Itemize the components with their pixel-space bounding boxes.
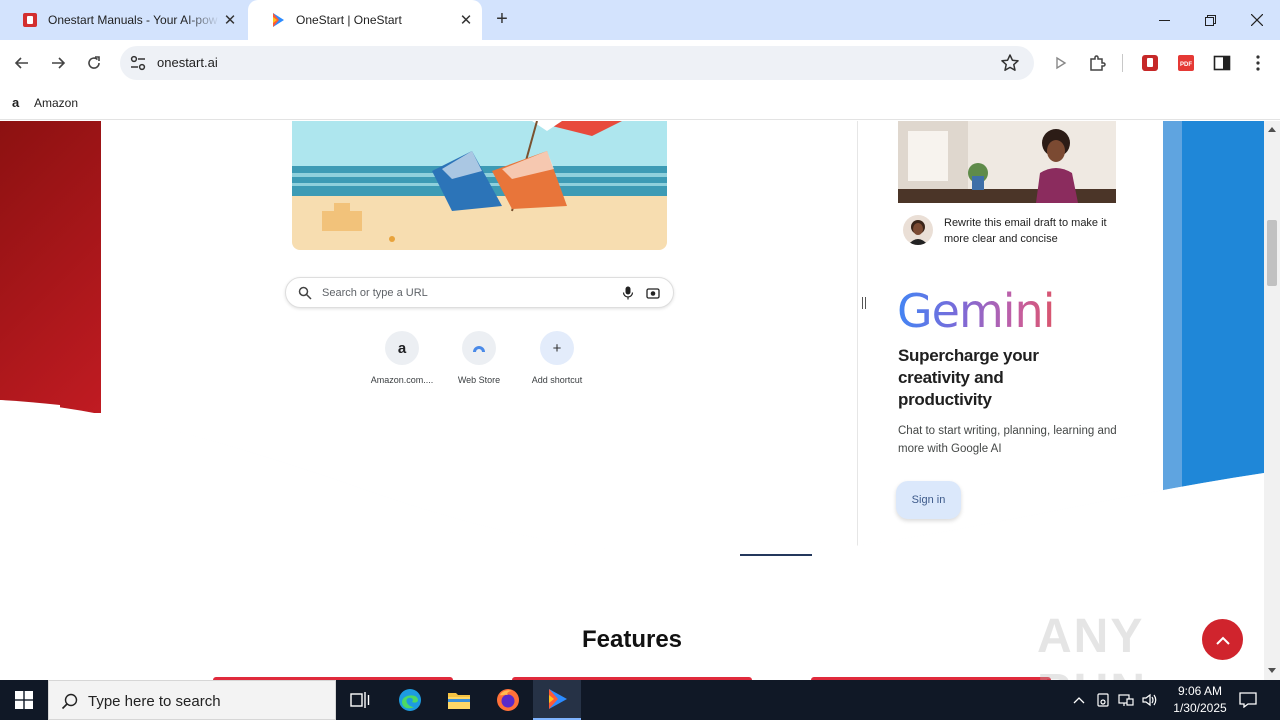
taskbar-firefox[interactable] — [484, 680, 532, 720]
amazon-icon: a — [12, 95, 20, 110]
windows-logo-icon — [15, 691, 33, 709]
site-settings-icon[interactable] — [128, 53, 148, 73]
close-window-button[interactable] — [1234, 0, 1280, 40]
tab-title: OneStart | OneStart — [296, 13, 402, 27]
browser-toolbar: onestart.ai PDF — [0, 40, 1280, 86]
tab-onestart-manuals[interactable]: Onestart Manuals - Your AI-pow ✕ — [0, 0, 246, 40]
tray-volume-button[interactable] — [1140, 680, 1160, 720]
page-viewport: Search or type a URL a Amazon.com.... We… — [0, 121, 1264, 680]
page-scrollbar[interactable] — [1264, 121, 1280, 680]
minimize-button[interactable] — [1141, 0, 1187, 40]
arrow-left-icon — [14, 57, 28, 69]
pdf-extension-button[interactable]: PDF — [1175, 52, 1197, 74]
close-tab-icon[interactable]: ✕ — [456, 10, 476, 30]
forward-button[interactable] — [44, 49, 72, 77]
speaker-icon — [1142, 693, 1157, 707]
notification-icon — [1239, 692, 1257, 708]
clock-date: 1/30/2025 — [1173, 701, 1227, 715]
extensions-button[interactable] — [1086, 52, 1108, 74]
task-view-icon — [350, 692, 370, 708]
arrow-right-icon — [52, 57, 66, 69]
windows-taskbar: Type here to search 9:06 AM 1/30/2025 — [0, 680, 1280, 720]
search-icon — [61, 693, 78, 710]
bookmark-amazon[interactable]: a Amazon — [12, 92, 78, 114]
tab-onestart[interactable]: OneStart | OneStart ✕ — [248, 0, 482, 40]
scroll-up-arrow-icon[interactable] — [1267, 125, 1277, 133]
folder-icon — [448, 693, 470, 709]
minimize-icon — [1158, 19, 1170, 21]
reload-button[interactable] — [80, 49, 108, 77]
onestart-extension-icon — [1142, 55, 1158, 71]
new-tab-button[interactable]: + — [490, 8, 514, 32]
onestart-manuals-icon — [23, 13, 37, 27]
taskbar-clock[interactable]: 9:06 AM 1/30/2025 — [1160, 683, 1240, 717]
task-view-button[interactable] — [336, 680, 384, 720]
taskbar-onestart[interactable] — [533, 680, 581, 720]
onestart-logo-icon — [549, 689, 567, 709]
network-icon — [1118, 694, 1134, 706]
tray-device-button[interactable] — [1093, 680, 1113, 720]
tab-strip: Onestart Manuals - Your AI-pow ✕ OneStar… — [0, 0, 1280, 40]
pdf-icon: PDF — [1178, 55, 1194, 71]
taskbar-search-placeholder: Type here to search — [88, 693, 221, 710]
restore-button[interactable] — [1187, 0, 1233, 40]
chevron-up-icon — [1215, 636, 1230, 645]
toolbar-divider — [1122, 54, 1123, 72]
close-icon — [1251, 14, 1263, 26]
scrollbar-thumb[interactable] — [1267, 220, 1277, 286]
chrome-menu-button[interactable] — [1247, 52, 1269, 74]
hero-wave — [0, 400, 1264, 680]
taskbar-edge[interactable] — [386, 680, 434, 720]
scroll-down-arrow-icon[interactable] — [1267, 667, 1277, 675]
firefox-icon — [497, 689, 519, 711]
url-text: onestart.ai — [157, 55, 218, 70]
start-button[interactable] — [0, 680, 48, 720]
back-button[interactable] — [8, 49, 36, 77]
close-tab-icon[interactable]: ✕ — [220, 10, 240, 30]
restore-icon — [1204, 14, 1216, 26]
side-panel-button[interactable] — [1211, 52, 1233, 74]
onestart-extension-button[interactable] — [1139, 52, 1161, 74]
action-center-button[interactable] — [1236, 680, 1260, 720]
show-hidden-icons-button[interactable] — [1068, 680, 1090, 720]
onestart-logo-icon — [273, 13, 284, 27]
svg-text:PDF: PDF — [1180, 62, 1192, 68]
clock-time: 9:06 AM — [1177, 684, 1223, 698]
tray-network-button[interactable] — [1116, 680, 1136, 720]
side-panel-icon — [1213, 55, 1231, 71]
reload-icon — [88, 56, 100, 69]
taskbar-search-box[interactable]: Type here to search — [48, 680, 336, 720]
device-icon — [1097, 693, 1109, 707]
address-bar[interactable]: onestart.ai — [120, 46, 1034, 80]
bookmark-label: Amazon — [34, 96, 79, 110]
tab-title: Onestart Manuals - Your AI-pow — [48, 13, 218, 27]
bookmarks-bar: a Amazon — [0, 86, 1280, 120]
taskbar-file-explorer[interactable] — [435, 680, 483, 720]
media-cast-button[interactable] — [1049, 52, 1071, 74]
scroll-to-top-button[interactable] — [1202, 619, 1243, 660]
chevron-up-icon — [1073, 697, 1085, 704]
bookmark-star-icon[interactable] — [1000, 53, 1020, 73]
play-outline-icon — [1056, 56, 1067, 70]
kebab-menu-icon — [1256, 55, 1260, 71]
edge-icon — [399, 689, 421, 711]
puzzle-icon — [1090, 55, 1106, 71]
